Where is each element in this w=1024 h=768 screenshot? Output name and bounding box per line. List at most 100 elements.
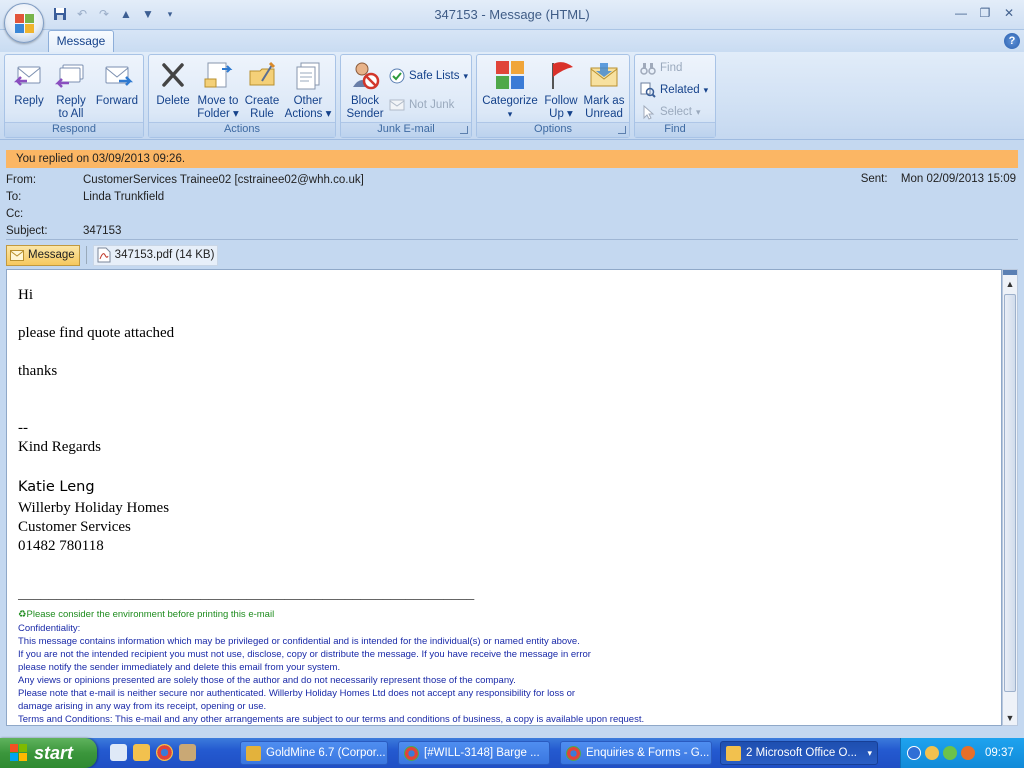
find-button[interactable]: Find [640, 59, 682, 77]
vertical-scrollbar[interactable]: ▲ ▼ [1002, 269, 1018, 726]
from-value[interactable]: CustomerServices Trainee02 [cstrainee02@… [83, 172, 364, 189]
cursor-icon [640, 104, 656, 120]
block-label-2: Sender [346, 108, 384, 120]
group-label-junk: Junk E-mail [341, 122, 471, 137]
delete-button[interactable]: Delete [153, 59, 193, 108]
flag-icon [545, 59, 577, 91]
options-dialog-launcher-icon[interactable] [618, 126, 626, 134]
follow-up-label-1: Follow [544, 95, 578, 107]
forward-button[interactable]: Forward [93, 59, 141, 108]
block-sender-icon [349, 59, 381, 91]
scroll-thumb[interactable] [1004, 294, 1016, 692]
tray-expand-icon[interactable] [907, 746, 921, 760]
scroll-up-icon[interactable]: ▲ [1003, 277, 1017, 291]
signature-regards: Kind Regards [18, 439, 101, 455]
help-icon[interactable]: ? [1004, 33, 1020, 49]
scroll-split-handle[interactable] [1003, 270, 1017, 275]
chrome-icon [404, 745, 419, 761]
reply-icon [13, 59, 45, 91]
envelope-icon [588, 59, 620, 91]
window-title: 347153 - Message (HTML) [434, 7, 590, 22]
to-value[interactable]: Linda Trunkfield [83, 189, 164, 206]
signature-company: Willerby Holiday Homes [18, 500, 170, 516]
create-rule-icon [246, 59, 278, 91]
task-goldmine[interactable]: GoldMine 6.7 (Corpor... [240, 741, 388, 765]
pdf-attachment[interactable]: 347153.pdf (14 KB) [92, 244, 219, 266]
envelope-small-icon [10, 249, 24, 261]
categorize-button[interactable]: Categorize ▾ [481, 59, 539, 121]
reply-info-bar[interactable]: You replied on 03/09/2013 09:26. [6, 150, 1018, 168]
recycle-icon: ♻ [18, 609, 27, 620]
to-label: To: [6, 191, 22, 203]
environment-notice-text: Please consider the environment before p… [26, 609, 275, 620]
disclaimer-line: damage arising in any way from its recei… [18, 701, 267, 712]
reply-all-button[interactable]: Reply to All [51, 59, 91, 121]
clock[interactable]: 09:37 [985, 747, 1014, 759]
delete-label: Delete [156, 95, 190, 107]
group-label-actions: Actions [149, 122, 335, 137]
task-will-3148[interactable]: [#WILL-3148] Barge ... [398, 741, 550, 765]
other-actions-label-2: Actions ▾ [284, 108, 332, 120]
follow-up-button[interactable]: Follow Up ▾ [539, 59, 583, 121]
block-sender-button[interactable]: Block Sender [343, 59, 387, 121]
windows-logo-icon [10, 744, 28, 762]
categorize-dropdown-icon: ▾ [507, 109, 513, 119]
outlook-icon[interactable] [133, 744, 150, 761]
move-to-folder-icon [202, 59, 234, 91]
delete-icon [157, 59, 189, 91]
tab-message[interactable]: Message [48, 30, 114, 52]
group-options: Categorize ▾ Follow Up ▾ Mark as Unread … [476, 54, 630, 138]
message-body[interactable]: Hi please find quote attached thanks -- … [6, 269, 1002, 726]
reply-all-icon [54, 59, 87, 91]
not-junk-label: Not Junk [409, 99, 455, 111]
app-icon[interactable] [179, 744, 196, 761]
windows-taskbar: start GoldMine 6.7 (Corpor... [#WILL-314… [0, 738, 1024, 768]
chrome-icon[interactable] [156, 744, 173, 761]
office-button[interactable] [4, 3, 44, 43]
junk-dialog-launcher-icon[interactable] [460, 126, 468, 134]
system-tray: 09:37 [900, 738, 1024, 768]
group-label-options: Options [477, 122, 629, 137]
tray-outlook-icon[interactable] [925, 746, 939, 760]
message-tab-button[interactable]: Message [6, 244, 80, 266]
task-group-dropdown-icon: ▾ [867, 747, 872, 758]
ribbon: Reply Reply to All Forward Respond Delet… [0, 52, 1024, 140]
move-to-folder-button[interactable]: Move to Folder ▾ [193, 59, 243, 121]
safe-lists-button[interactable]: Safe Lists ▾ [389, 67, 468, 85]
close-icon[interactable]: ✕ [998, 4, 1020, 22]
minimize-icon[interactable]: — [950, 4, 972, 22]
restore-icon[interactable]: ❐ [974, 4, 996, 22]
goldmine-icon [246, 745, 261, 761]
group-respond: Reply Reply to All Forward Respond [4, 54, 144, 138]
create-rule-button[interactable]: Create Rule [243, 59, 281, 121]
title-bar: ↶ ↷ ▲ ▼ ▾ 347153 - Message (HTML) — ❐ ✕ [0, 0, 1024, 30]
tray-app-icon[interactable] [961, 746, 975, 760]
related-button[interactable]: Related ▾ [640, 81, 708, 99]
start-button[interactable]: start [0, 738, 97, 768]
categorize-label: Categorize [482, 95, 538, 107]
disclaimer-line: Terms and Conditions: This e-mail and an… [18, 714, 645, 725]
create-rule-label-2: Rule [250, 108, 274, 120]
tray-status-icon[interactable] [943, 746, 957, 760]
group-actions: Delete Move to Folder ▾ Create Rule Othe… [148, 54, 336, 138]
binoculars-icon [640, 60, 656, 76]
window-controls: — ❐ ✕ [950, 4, 1020, 22]
mark-unread-button[interactable]: Mark as Unread [581, 59, 627, 121]
other-actions-button[interactable]: Other Actions ▾ [283, 59, 333, 121]
disclaimer-line: please notify the sender immediately and… [18, 662, 341, 673]
categorize-icon [494, 59, 526, 91]
task-label: [#WILL-3148] Barge ... [424, 747, 540, 759]
message-header: From: CustomerServices Trainee02 [cstrai… [0, 170, 1024, 240]
task-enquiries-forms[interactable]: Enquiries & Forms - G... [560, 741, 712, 765]
sent-label: Sent: [860, 173, 888, 185]
select-label: Select [660, 106, 692, 118]
desktop-icon[interactable] [110, 744, 127, 761]
reply-button[interactable]: Reply [9, 59, 49, 108]
select-button[interactable]: Select ▾ [640, 103, 701, 121]
task-microsoft-office[interactable]: 2 Microsoft Office O... ▾ [720, 741, 878, 765]
signature-department: Customer Services [18, 519, 131, 535]
not-junk-button[interactable]: Not Junk [389, 96, 454, 114]
ribbon-tab-row: Message ? [0, 30, 1024, 52]
move-label-1: Move to [197, 95, 239, 107]
scroll-down-icon[interactable]: ▼ [1003, 711, 1017, 725]
